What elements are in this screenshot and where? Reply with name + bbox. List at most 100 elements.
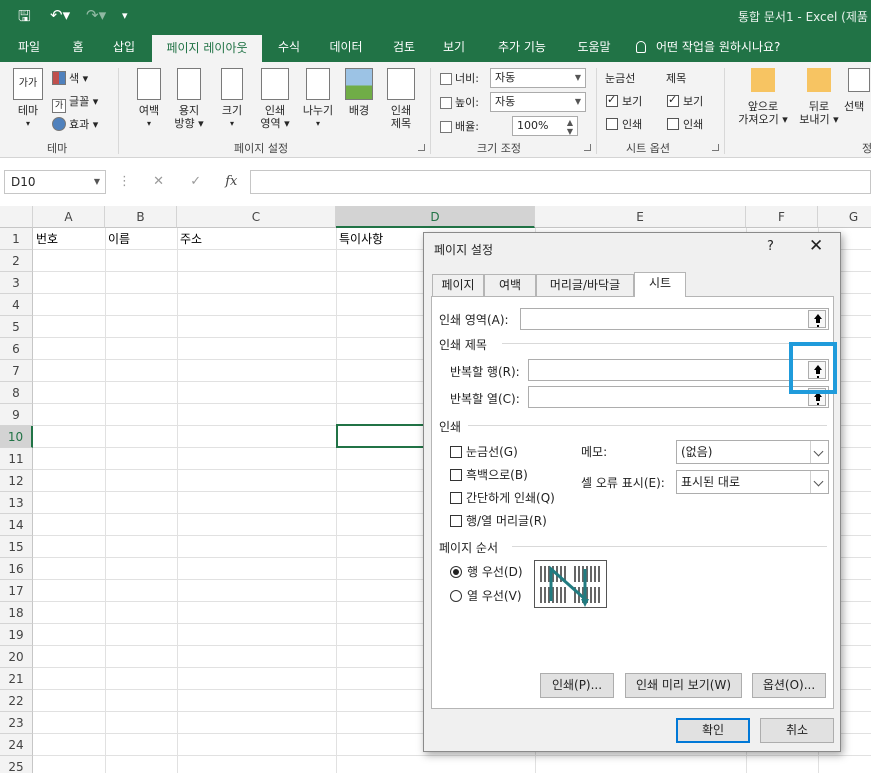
cell-d1[interactable]: 특이사항 — [336, 228, 383, 250]
theme-fonts-button[interactable]: 가 글꼴 ▾ — [52, 93, 98, 113]
row-header-13[interactable]: 13 — [0, 492, 33, 514]
tab-help[interactable]: 도움말 — [566, 32, 622, 62]
selection-pane-button[interactable]: 선택 — [844, 68, 871, 113]
cell-c1[interactable]: 주소 — [177, 228, 202, 250]
row-header-16[interactable]: 16 — [0, 558, 33, 580]
row-header-9[interactable]: 9 — [0, 404, 33, 426]
comments-select[interactable]: (없음) — [676, 440, 829, 464]
theme-colors-button[interactable]: 색 ▾ — [52, 70, 88, 86]
spinner-icon[interactable]: ▲ ▼ — [567, 118, 573, 136]
close-icon[interactable]: ✕ — [809, 236, 823, 256]
row-header-15[interactable]: 15 — [0, 536, 33, 558]
tab-header-footer[interactable]: 머리글/바닥글 — [536, 274, 634, 296]
print-preview-button[interactable]: 인쇄 미리 보기(W) — [625, 673, 742, 698]
tell-me-box[interactable]: 어떤 작업을 원하시나요? — [636, 32, 780, 62]
print-titles-button[interactable]: 인쇄 제목 — [382, 68, 420, 130]
column-header-g[interactable]: G — [818, 206, 871, 228]
undo-icon[interactable]: ↶▾ — [50, 6, 70, 24]
print-area-button[interactable]: 인쇄 영역 ▾ — [256, 68, 294, 130]
print-button[interactable]: 인쇄(P)... — [540, 673, 614, 698]
breaks-button[interactable]: 나누기 ▾ — [298, 68, 338, 130]
row-header-7[interactable]: 7 — [0, 360, 33, 382]
cell-a1[interactable]: 번호 — [33, 228, 58, 250]
collapse-dialog-icon[interactable] — [808, 310, 826, 328]
formula-input[interactable] — [250, 170, 871, 194]
cancel-button[interactable]: 취소 — [760, 718, 834, 743]
row-column-headings-checkbox[interactable]: 행/열 머리글(R) — [450, 512, 547, 529]
orientation-button[interactable]: 용지 방향 ▾ — [170, 68, 208, 130]
tab-page[interactable]: 페이지 — [432, 274, 484, 296]
row-header-21[interactable]: 21 — [0, 668, 33, 690]
row-header-8[interactable]: 8 — [0, 382, 33, 404]
tab-margins[interactable]: 여백 — [484, 274, 536, 296]
column-header-d[interactable]: D — [336, 206, 535, 228]
row-header-23[interactable]: 23 — [0, 712, 33, 734]
tab-file[interactable]: 파일 — [4, 32, 54, 62]
scale-width-select[interactable]: 자동 ▼ — [490, 68, 586, 88]
themes-button[interactable]: 가가 테마 ▾ — [10, 68, 46, 130]
margins-button[interactable]: 여백 ▾ — [130, 68, 168, 130]
tab-home[interactable]: 홈 — [60, 32, 96, 62]
scale-height-select[interactable]: 자동 ▼ — [490, 92, 586, 112]
columns-to-repeat-input[interactable] — [528, 386, 829, 408]
headings-view-checkbox[interactable]: 보기 — [667, 93, 703, 109]
row-header-4[interactable]: 4 — [0, 294, 33, 316]
name-box[interactable]: D10 ▼ — [4, 170, 106, 194]
row-header-25[interactable]: 25 — [0, 756, 33, 773]
help-icon[interactable]: ? — [767, 239, 774, 254]
active-cell-d10[interactable] — [336, 424, 436, 448]
scale-percent-spinner[interactable]: 100% ▲ ▼ — [512, 116, 578, 136]
row-header-24[interactable]: 24 — [0, 734, 33, 756]
tab-view[interactable]: 보기 — [434, 32, 474, 62]
sheet-options-launcher-icon[interactable] — [712, 144, 719, 151]
tab-formulas[interactable]: 수식 — [268, 32, 310, 62]
send-backward-button[interactable]: 뒤로 보내기 ▾ — [796, 68, 842, 126]
column-header-f[interactable]: F — [746, 206, 818, 228]
save-icon[interactable]: 🖫 — [18, 6, 31, 31]
row-header-1[interactable]: 1 — [0, 228, 33, 250]
tab-add-ins[interactable]: 추가 기능 — [482, 32, 562, 62]
row-header-12[interactable]: 12 — [0, 470, 33, 492]
enter-icon[interactable]: ✓ — [190, 174, 201, 189]
page-setup-launcher-icon[interactable] — [418, 144, 425, 151]
tab-page-layout[interactable]: 페이지 레이아웃 — [152, 35, 262, 62]
row-header-2[interactable]: 2 — [0, 250, 33, 272]
headings-print-checkbox[interactable]: 인쇄 — [667, 116, 703, 132]
cancel-icon[interactable]: ✕ — [153, 174, 164, 189]
tab-data[interactable]: 데이터 — [318, 32, 374, 62]
gridlines-print-checkbox[interactable]: 인쇄 — [606, 116, 642, 132]
row-header-20[interactable]: 20 — [0, 646, 33, 668]
insert-function-icon[interactable]: fx — [225, 174, 237, 189]
column-header-c[interactable]: C — [177, 206, 336, 228]
row-header-5[interactable]: 5 — [0, 316, 33, 338]
column-header-b[interactable]: B — [105, 206, 177, 228]
print-area-input[interactable] — [520, 308, 829, 330]
column-header-e[interactable]: E — [535, 206, 746, 228]
row-header-3[interactable]: 3 — [0, 272, 33, 294]
down-then-over-radio[interactable]: 행 우선(D) — [450, 563, 523, 580]
column-header-a[interactable]: A — [33, 206, 105, 228]
row-header-10[interactable]: 10 — [0, 426, 33, 448]
select-all-corner[interactable] — [0, 206, 33, 228]
row-header-14[interactable]: 14 — [0, 514, 33, 536]
black-and-white-checkbox[interactable]: 흑백으로(B) — [450, 466, 528, 483]
row-header-17[interactable]: 17 — [0, 580, 33, 602]
bring-forward-button[interactable]: 앞으로 가져오기 ▾ — [734, 68, 792, 126]
row-header-11[interactable]: 11 — [0, 448, 33, 470]
row-header-6[interactable]: 6 — [0, 338, 33, 360]
gridlines-checkbox[interactable]: 눈금선(G) — [450, 443, 518, 460]
row-header-19[interactable]: 19 — [0, 624, 33, 646]
row-header-22[interactable]: 22 — [0, 690, 33, 712]
scale-launcher-icon[interactable] — [584, 144, 591, 151]
rows-to-repeat-input[interactable] — [528, 359, 829, 381]
cell-errors-select[interactable]: 표시된 대로 — [676, 470, 829, 494]
ok-button[interactable]: 확인 — [676, 718, 750, 743]
options-button[interactable]: 옵션(O)... — [752, 673, 826, 698]
customize-quick-access-icon[interactable]: ▾ — [122, 9, 128, 22]
background-button[interactable]: 배경 — [342, 68, 376, 117]
redo-icon[interactable]: ↷▾ — [86, 6, 106, 24]
cell-b1[interactable]: 이름 — [105, 228, 130, 250]
size-button[interactable]: 크기 ▾ — [214, 68, 250, 130]
tab-insert[interactable]: 삽입 — [102, 32, 146, 62]
draft-quality-checkbox[interactable]: 간단하게 인쇄(Q) — [450, 489, 555, 506]
